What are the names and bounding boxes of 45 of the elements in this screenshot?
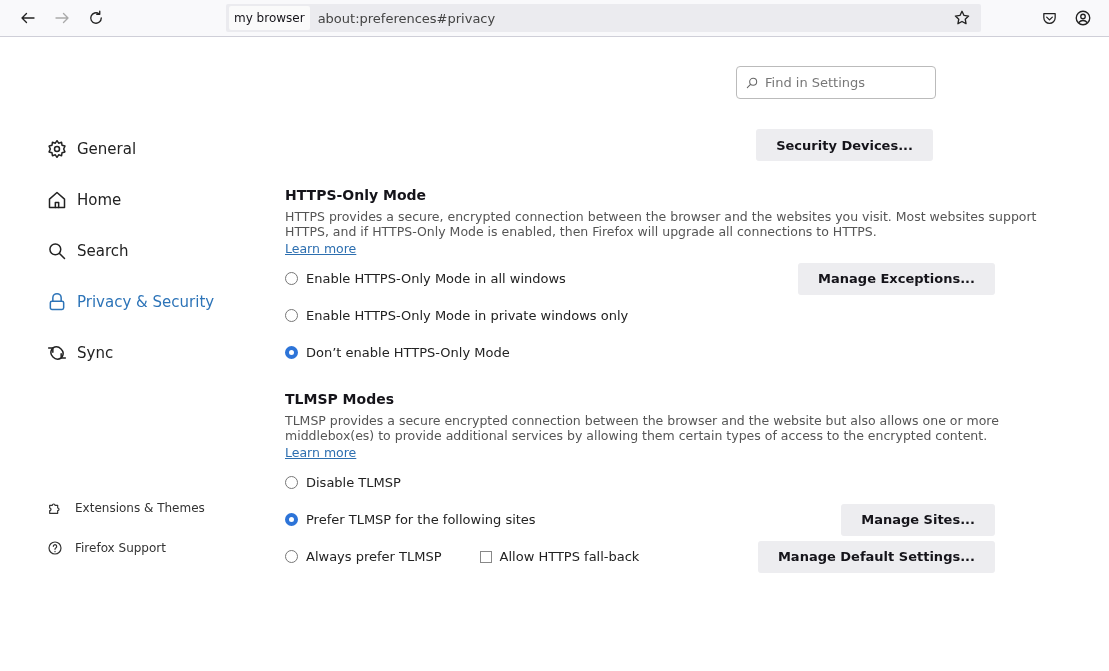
- reload-icon: [87, 9, 105, 27]
- puzzle-icon: [47, 500, 63, 516]
- radio-label[interactable]: Always prefer TLMSP: [306, 549, 442, 564]
- checkbox-label[interactable]: Allow HTTPS fall-back: [499, 549, 640, 564]
- identity-label: my browser: [229, 6, 310, 30]
- sidebar-item[interactable]: General: [47, 123, 285, 174]
- manage-button[interactable]: Manage Sites...: [841, 503, 995, 536]
- sidebar-item[interactable]: Search: [47, 225, 285, 276]
- radio-button[interactable]: [285, 513, 298, 526]
- lock-icon: [47, 291, 67, 312]
- address-bar[interactable]: my browser about:preferences#privacy: [226, 4, 981, 32]
- radio-label[interactable]: Disable TLMSP: [306, 475, 401, 490]
- search-field[interactable]: Find in Settings: [736, 66, 936, 99]
- settings-icon: [47, 138, 67, 159]
- url-text: about:preferences#privacy: [317, 10, 497, 26]
- checkbox[interactable]: [479, 550, 492, 563]
- manage-button[interactable]: Manage Exceptions...: [798, 262, 995, 295]
- radio-label[interactable]: Enable HTTPS-Only Mode in all windows: [306, 271, 566, 286]
- section-description: TLMSP provides a secure encrypted connection between the browser and the website but also allows one or more middlebox(es) to provide additional services by allowing them certain types of access to the encrypted content.: [285, 413, 1000, 443]
- section-title: HTTPS-Only Mode: [285, 187, 428, 203]
- radio-button[interactable]: [285, 476, 298, 489]
- manage-button[interactable]: Manage Default Settings...: [757, 540, 995, 573]
- sidebar-item[interactable]: Sync: [47, 327, 285, 378]
- radio-label[interactable]: Enable HTTPS-Only Mode in private windows only: [306, 308, 629, 323]
- learn-more-link[interactable]: Learn more: [285, 445, 357, 460]
- radio-button[interactable]: [285, 272, 298, 285]
- radio-label[interactable]: Don’t enable HTTPS-Only Mode: [306, 345, 510, 360]
- security-devices-button[interactable]: Security Devices...: [756, 129, 933, 161]
- sidebar-link[interactable]: Extensions & Themes: [47, 488, 285, 528]
- search-icon: [47, 240, 67, 261]
- help-icon: [47, 540, 63, 556]
- search-icon: [745, 76, 759, 90]
- radio-label[interactable]: Prefer TLMSP for the following sites: [306, 512, 536, 527]
- sidebar-item[interactable]: Privacy & Security: [47, 276, 285, 327]
- home-icon: [47, 189, 67, 210]
- sidebar-link[interactable]: Firefox Support: [47, 528, 285, 568]
- radio-button[interactable]: [285, 550, 298, 563]
- radio-button[interactable]: [285, 346, 298, 359]
- section-title: TLMSP Modes: [285, 391, 396, 407]
- account-icon[interactable]: [1074, 9, 1092, 27]
- star-icon[interactable]: [953, 9, 971, 27]
- radio-button[interactable]: [285, 309, 298, 322]
- section-description: HTTPS provides a secure, encrypted connection between the browser and the websites you visit. Most websites support HTTPS, and if HTTPS-Only Mode is enabled, then Firefox will upgrade all connections to HTTPS.: [285, 209, 1038, 239]
- sidebar-item[interactable]: Home: [47, 174, 285, 225]
- learn-more-link[interactable]: Learn more: [285, 241, 357, 256]
